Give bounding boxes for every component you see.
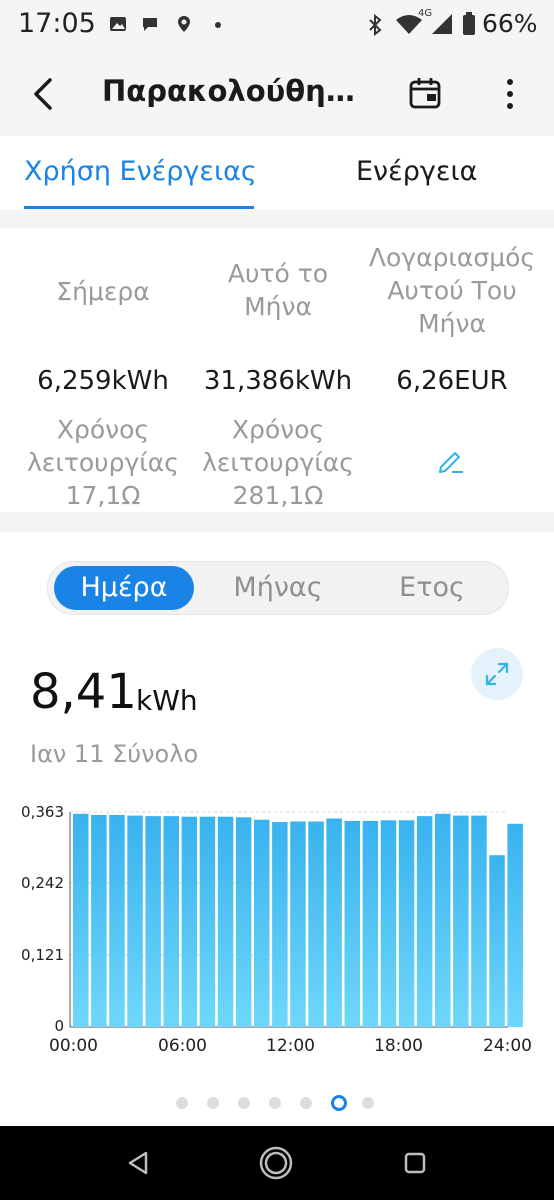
month-uptime-value: 281,1Ω bbox=[232, 481, 324, 510]
chart-bar[interactable] bbox=[272, 822, 288, 1027]
today-label: Σήμερα bbox=[56, 277, 150, 306]
bill-label-line1: Λογαριασμός bbox=[368, 243, 536, 272]
chart-bar[interactable] bbox=[380, 820, 397, 1027]
bluetooth-icon bbox=[369, 14, 382, 36]
chart-bar[interactable] bbox=[507, 823, 523, 1027]
period-day-button[interactable]: Ημέρα bbox=[54, 566, 194, 610]
x-tick-label: 00:00 bbox=[49, 1036, 98, 1056]
chart-bar[interactable] bbox=[254, 819, 270, 1027]
chat-icon bbox=[143, 18, 157, 31]
page-dot-active[interactable] bbox=[331, 1095, 347, 1111]
chart-bar[interactable] bbox=[235, 817, 252, 1027]
expand-button[interactable] bbox=[471, 648, 523, 700]
chart-bar[interactable] bbox=[145, 816, 161, 1027]
today-uptime-label-line1: Χρόνος bbox=[56, 415, 150, 444]
page-dot[interactable] bbox=[238, 1097, 250, 1109]
edit-pencil-icon[interactable] bbox=[436, 446, 466, 476]
chart-bar[interactable] bbox=[73, 813, 89, 1027]
energy-chart: 0,363 0,242 0,121 0 00:00 06:00 12:00 18… bbox=[0, 800, 554, 1060]
chart-plot-area bbox=[69, 811, 523, 1028]
total-energy-value: 8,41 bbox=[30, 664, 137, 720]
month-bill-value: 6,26EUR bbox=[396, 366, 508, 396]
chart-bar[interactable] bbox=[453, 815, 469, 1027]
system-nav-bar bbox=[0, 1126, 554, 1200]
chart-bar[interactable] bbox=[199, 816, 216, 1027]
chart-bar[interactable] bbox=[217, 816, 234, 1027]
page-dot[interactable] bbox=[269, 1097, 281, 1109]
chart-bar[interactable] bbox=[416, 816, 433, 1027]
nav-recents-icon[interactable] bbox=[403, 1151, 427, 1175]
section-divider bbox=[0, 512, 554, 532]
chart-bar[interactable] bbox=[163, 816, 180, 1027]
chart-bar[interactable] bbox=[362, 820, 379, 1027]
month-uptime-label-line2: λειτουργίας bbox=[202, 448, 354, 477]
x-tick-label: 06:00 bbox=[158, 1036, 207, 1056]
chart-bar[interactable] bbox=[435, 813, 451, 1027]
status-bar: 17:05 4G 66% bbox=[0, 0, 554, 52]
total-caption: Ιαν 11 Σύνολο bbox=[30, 740, 199, 768]
status-time: 17:05 bbox=[18, 8, 96, 39]
calendar-icon[interactable] bbox=[408, 76, 442, 110]
bill-label-line3: Μήνα bbox=[418, 309, 486, 338]
gallery-icon bbox=[110, 17, 126, 31]
page-dot[interactable] bbox=[300, 1097, 312, 1109]
stats-panel: Σήμερα Αυτό το Μήνα Λογαριασμός Αυτού Το… bbox=[0, 228, 554, 512]
expand-icon bbox=[485, 662, 509, 686]
location-icon bbox=[178, 16, 190, 32]
total-energy-unit: kWh bbox=[136, 684, 198, 717]
month-label-line1: Αυτό το bbox=[227, 259, 329, 288]
chart-bar[interactable] bbox=[489, 855, 505, 1027]
chart-bar[interactable] bbox=[326, 818, 342, 1028]
page-dot[interactable] bbox=[176, 1097, 188, 1109]
more-notifications-dot bbox=[215, 22, 221, 28]
page-dot[interactable] bbox=[207, 1097, 219, 1109]
tab-bar: Χρήση Ενέργειας Ενέργεια bbox=[0, 136, 554, 210]
chart-bar[interactable] bbox=[308, 821, 324, 1028]
today-uptime-value: 17,1Ω bbox=[65, 481, 141, 510]
battery-level: 66% bbox=[482, 9, 538, 38]
today-energy-value: 6,259kWh bbox=[37, 366, 169, 396]
section-divider bbox=[0, 210, 554, 228]
x-tick-label: 24:00 bbox=[483, 1036, 532, 1056]
bar-series bbox=[73, 813, 523, 1028]
chart-bar[interactable] bbox=[127, 815, 143, 1027]
chart-bar[interactable] bbox=[181, 816, 198, 1027]
signal-icon bbox=[432, 14, 452, 34]
nav-back-icon[interactable] bbox=[126, 1150, 150, 1176]
period-year-button[interactable]: Ετος bbox=[358, 566, 506, 610]
bill-label-line2: Αυτού Του bbox=[387, 276, 517, 305]
nav-home-icon[interactable] bbox=[258, 1145, 294, 1181]
chart-bar[interactable] bbox=[398, 820, 415, 1027]
x-tick-label: 12:00 bbox=[266, 1036, 315, 1056]
more-options-icon[interactable] bbox=[500, 76, 520, 112]
active-tab-indicator bbox=[24, 206, 254, 209]
x-tick-label: 18:00 bbox=[374, 1036, 423, 1056]
chart-bar[interactable] bbox=[91, 815, 107, 1027]
chart-bar[interactable] bbox=[290, 821, 306, 1028]
chart-bar[interactable] bbox=[344, 820, 361, 1027]
tab-energy-usage[interactable]: Χρήση Ενέργειας bbox=[24, 156, 257, 187]
chart-bar[interactable] bbox=[109, 815, 125, 1027]
period-selector: Ημέρα Μήνας Ετος bbox=[47, 561, 509, 615]
period-month-button[interactable]: Μήνας bbox=[204, 566, 352, 610]
page-title: Παρακολούθησ... bbox=[102, 74, 362, 108]
month-label-line2: Μήνα bbox=[244, 292, 312, 321]
battery-icon bbox=[463, 12, 475, 35]
back-arrow-icon[interactable] bbox=[28, 76, 58, 112]
app-header: Παρακολούθησ... bbox=[0, 52, 554, 136]
today-uptime-label-line2: λειτουργίας bbox=[27, 448, 179, 477]
page-dot[interactable] bbox=[362, 1097, 374, 1109]
month-energy-value: 31,386kWh bbox=[203, 366, 353, 396]
month-uptime-label-line1: Χρόνος bbox=[231, 415, 325, 444]
chart-bar[interactable] bbox=[471, 815, 487, 1027]
tab-energy[interactable]: Ενέργεια bbox=[356, 156, 477, 187]
